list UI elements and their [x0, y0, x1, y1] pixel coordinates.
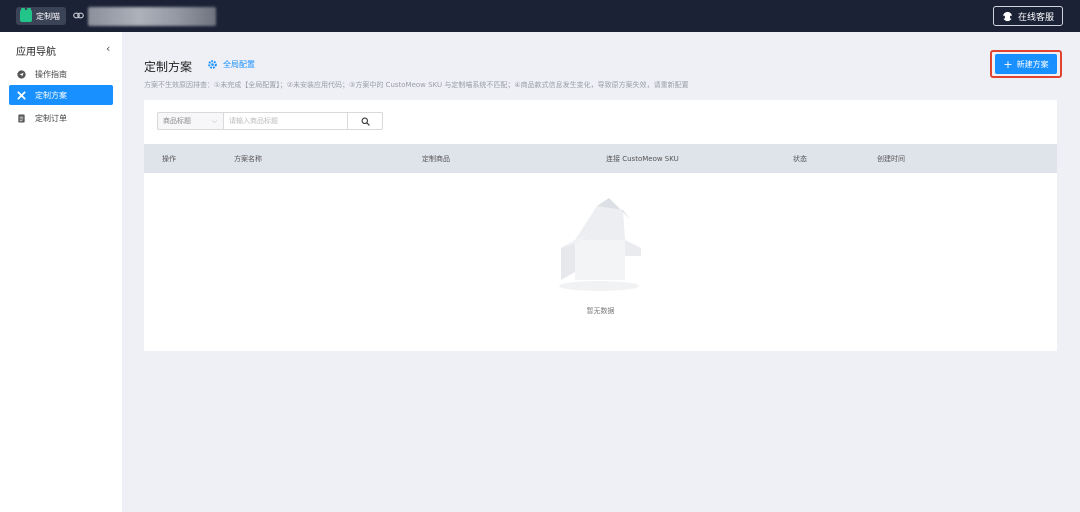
link-icon[interactable]: [73, 10, 84, 21]
sidebar-item-custom-plans[interactable]: 定制方案: [9, 85, 113, 105]
column-header-status: 状态: [793, 155, 807, 163]
plus-icon: +: [1003, 57, 1013, 71]
sidebar-title: 应用导航: [16, 47, 56, 58]
sidebar: 应用导航 ‹ 操作指南 定制方案 定制订单: [0, 32, 122, 512]
empty-box-icon: [559, 198, 641, 291]
global-config-link[interactable]: 全局配置: [207, 59, 255, 70]
app-logo-chip[interactable]: 定制喵: [16, 7, 66, 25]
customer-service-button[interactable]: 在线客服: [992, 6, 1063, 26]
store-url-redacted: [88, 7, 216, 26]
empty-state-text: 暂无数据: [586, 307, 615, 315]
search-icon: [361, 117, 370, 126]
search-button[interactable]: [348, 112, 383, 130]
chevron-left-icon[interactable]: ‹: [106, 42, 110, 55]
chevron-down-icon: ⌵: [211, 116, 217, 125]
headset-icon: [1002, 11, 1013, 21]
filter-select-value: 商品标题: [163, 117, 191, 125]
search-group: 商品标题 ⌵ 请输入商品标题: [157, 112, 383, 130]
column-header-created-time: 创建时间: [877, 155, 905, 163]
column-header-custom-product: 定制商品: [422, 155, 450, 163]
column-header-linked-sku: 连接 CustoMeow SKU: [606, 155, 679, 163]
sidebar-item-custom-orders[interactable]: 定制订单: [9, 108, 113, 128]
gear-icon: [208, 60, 217, 69]
page-title: 定制方案: [144, 60, 193, 74]
sidebar-item-guide[interactable]: 操作指南: [9, 64, 113, 84]
top-bar: 定制喵 在线客服: [0, 0, 1080, 32]
column-header-plan-name: 方案名称: [234, 155, 262, 163]
table-header: 操作 方案名称 定制商品 连接 CustoMeow SKU 状态 创建时间: [144, 144, 1057, 173]
search-input[interactable]: 请输入商品标题: [223, 112, 348, 130]
troubleshoot-hint: 方案不生效原因排查：①未完成【全局配置】；②未安装应用代码；③方案中的 Cust…: [144, 81, 689, 89]
sidebar-item-label: 定制订单: [35, 113, 67, 123]
app-name: 定制喵: [36, 11, 60, 21]
tools-icon: [17, 90, 26, 100]
cat-logo-icon: [20, 8, 32, 22]
sidebar-item-label: 定制方案: [35, 90, 67, 100]
new-plan-button[interactable]: + 新建方案: [995, 54, 1057, 74]
filter-select[interactable]: 商品标题 ⌵: [157, 112, 223, 130]
customer-service-label: 在线客服: [1017, 12, 1054, 23]
paper-plane-icon: [17, 69, 26, 79]
column-header-actions: 操作: [162, 155, 176, 163]
document-icon: [18, 113, 25, 123]
sidebar-item-label: 操作指南: [35, 69, 67, 79]
new-plan-label: 新建方案: [1016, 59, 1049, 69]
plans-card: 商品标题 ⌵ 请输入商品标题 操作 方案名称 定制商品 连接 CustoMeow…: [144, 100, 1057, 351]
global-config-label: 全局配置: [223, 60, 255, 69]
